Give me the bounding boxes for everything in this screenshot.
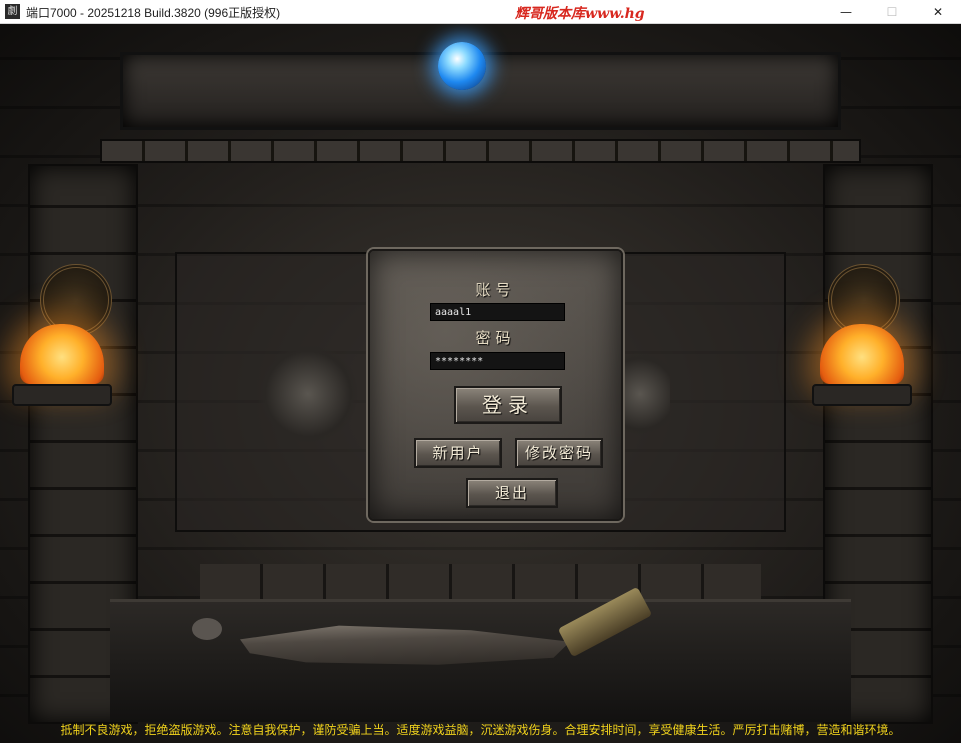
exit-button[interactable]: 退出	[466, 478, 558, 508]
stone-frieze-row	[100, 139, 861, 163]
titlebar-watermark: 辉哥版本库www.hg	[515, 6, 645, 22]
account-label: 账号	[475, 281, 516, 299]
login-panel: 账号 密码 登录 新用户 修改密码 退出	[368, 249, 623, 521]
right-torch-base	[812, 384, 912, 406]
blue-gem-orb	[438, 42, 486, 90]
close-icon[interactable]: ✕	[915, 0, 961, 24]
title-bar: 劇 端口7000 - 20251218 Build.3820 (996正版授权)…	[0, 0, 961, 24]
health-notice: 抵制不良游戏，拒绝盗版游戏。注意自我保护，谨防受骗上当。适度游戏益脑，沉迷游戏伤…	[60, 723, 901, 737]
change-password-button[interactable]: 修改密码	[515, 438, 603, 468]
password-input[interactable]	[430, 352, 565, 370]
window-title: 端口7000 - 20251218 Build.3820 (996正版授权)	[26, 6, 281, 20]
sword-pommel	[192, 618, 222, 640]
new-user-button[interactable]: 新用户	[414, 438, 502, 468]
account-input[interactable]	[430, 303, 565, 321]
maximize-icon: ☐	[886, 5, 898, 19]
minimize-icon[interactable]: —	[823, 0, 869, 24]
altar-step	[200, 564, 761, 604]
login-button[interactable]: 登录	[454, 386, 562, 424]
password-label: 密码	[475, 329, 516, 347]
game-scene: 账号 密码 登录 新用户 修改密码 退出 抵制不良游戏，拒绝盗版游戏。注意自我保…	[0, 24, 961, 743]
dragon-head-carving	[258, 344, 358, 444]
left-torch-base	[12, 384, 112, 406]
app-icon[interactable]: 劇	[5, 4, 20, 19]
